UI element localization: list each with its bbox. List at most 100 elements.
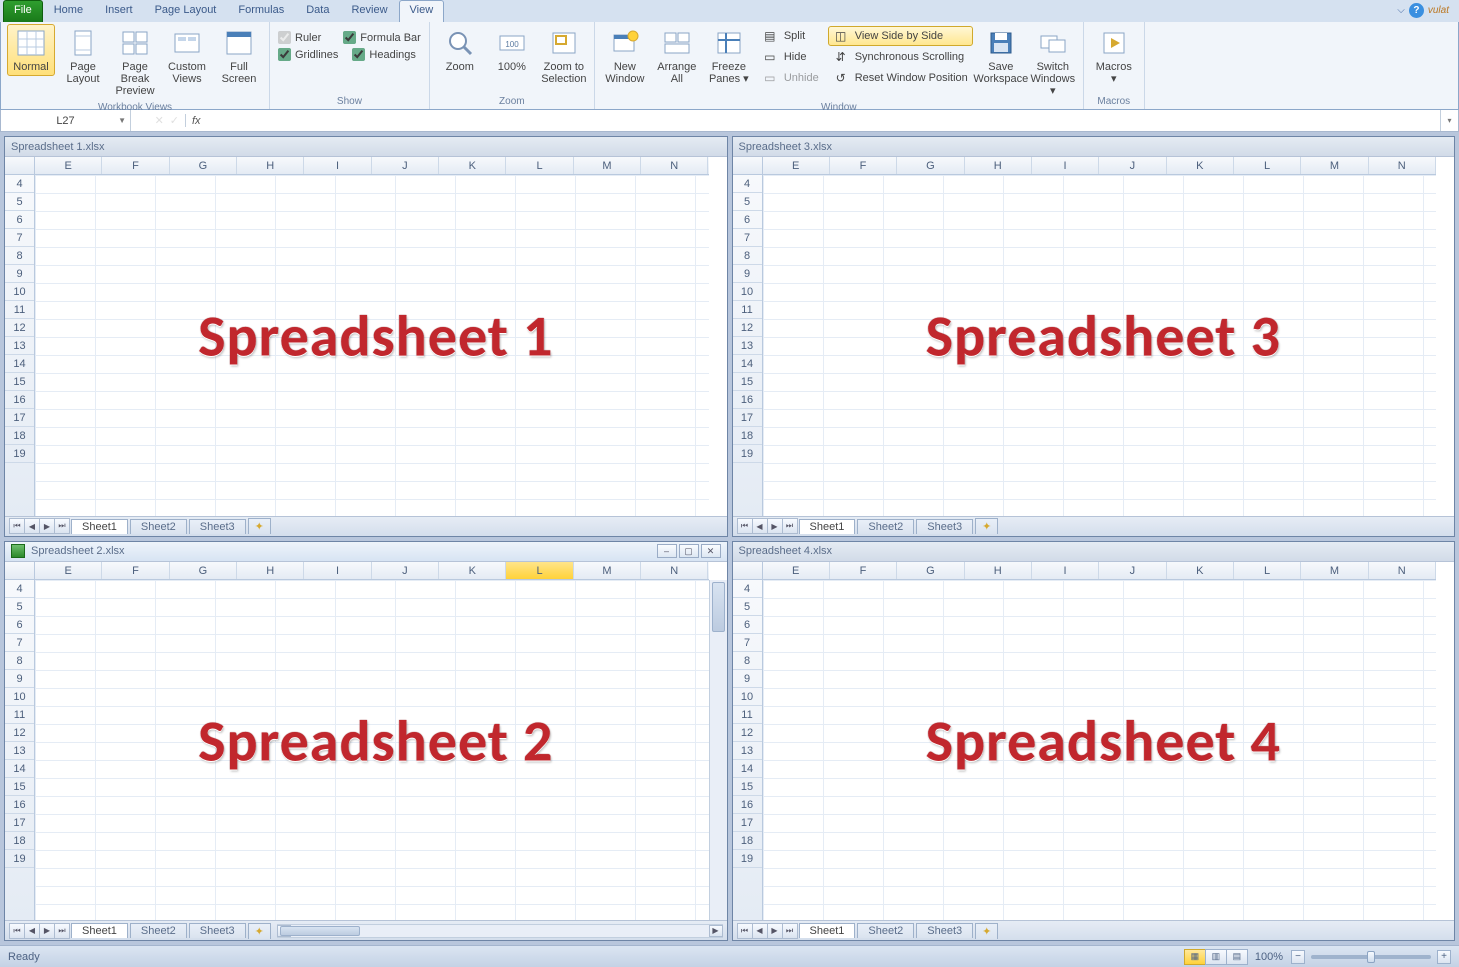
page-layout-button[interactable]: Page Layout (59, 24, 107, 88)
tab-view[interactable]: View (399, 0, 445, 22)
arrange-all-button[interactable]: Arrange All (653, 24, 701, 88)
row-header[interactable]: 5 (5, 598, 34, 616)
row-header[interactable]: 17 (5, 409, 34, 427)
row-header[interactable]: 17 (733, 409, 762, 427)
row-header[interactable]: 9 (5, 670, 34, 688)
column-header[interactable]: L (506, 562, 573, 579)
row-header[interactable]: 9 (733, 670, 762, 688)
last-sheet-button[interactable]: ⏭ (54, 923, 70, 939)
row-header[interactable]: 14 (733, 760, 762, 778)
normal-shortcut-icon[interactable]: ▦ (1184, 949, 1206, 965)
row-header[interactable]: 5 (733, 193, 762, 211)
column-header[interactable]: J (1099, 562, 1166, 579)
row-header[interactable]: 10 (733, 688, 762, 706)
first-sheet-button[interactable]: ⏮ (9, 518, 25, 534)
column-header[interactable]: F (830, 157, 897, 174)
row-header[interactable]: 19 (733, 850, 762, 868)
spreadsheet-grid[interactable]: EFGHIJKLMN45678910111213141516171819Spre… (5, 562, 727, 921)
sheet-tab[interactable]: Sheet3 (916, 519, 973, 534)
spreadsheet-grid[interactable]: EFGHIJKLMN45678910111213141516171819Spre… (5, 157, 727, 516)
select-all-corner[interactable] (5, 562, 35, 580)
reset-position-button[interactable]: ↺Reset Window Position (828, 68, 973, 88)
row-header[interactable]: 18 (5, 427, 34, 445)
zoom-button[interactable]: Zoom (436, 24, 484, 76)
row-header[interactable]: 10 (5, 688, 34, 706)
column-header[interactable]: E (35, 157, 102, 174)
next-sheet-button[interactable]: ▶ (767, 518, 783, 534)
row-header[interactable]: 15 (733, 778, 762, 796)
zoom-out-button[interactable]: − (1291, 950, 1305, 964)
tab-data[interactable]: Data (295, 0, 340, 22)
row-header[interactable]: 11 (5, 706, 34, 724)
column-header[interactable]: H (237, 562, 304, 579)
sheet-tab[interactable]: Sheet2 (130, 923, 187, 938)
column-header[interactable]: E (763, 562, 830, 579)
doc-titlebar[interactable]: Spreadsheet 2.xlsx–▢✕ (5, 542, 727, 562)
sheet-tab[interactable]: Sheet3 (189, 923, 246, 938)
row-header[interactable]: 18 (733, 427, 762, 445)
column-header[interactable]: N (641, 157, 708, 174)
headings-checkbox[interactable]: Headings (350, 47, 417, 62)
row-header[interactable]: 15 (5, 778, 34, 796)
select-all-corner[interactable] (733, 562, 763, 580)
maximize-button[interactable]: ▢ (679, 544, 699, 558)
row-header[interactable]: 14 (5, 760, 34, 778)
row-header[interactable]: 10 (733, 283, 762, 301)
row-header[interactable]: 12 (733, 319, 762, 337)
row-header[interactable]: 6 (5, 211, 34, 229)
column-header[interactable]: J (372, 562, 439, 579)
select-all-corner[interactable] (733, 157, 763, 175)
row-header[interactable]: 14 (733, 355, 762, 373)
horizontal-scrollbar[interactable]: ◀▶ (277, 924, 723, 938)
row-header[interactable]: 7 (733, 229, 762, 247)
switch-windows-button[interactable]: Switch Windows ▾ (1029, 24, 1077, 100)
custom-views-button[interactable]: Custom Views (163, 24, 211, 88)
next-sheet-button[interactable]: ▶ (39, 518, 55, 534)
row-header[interactable]: 15 (733, 373, 762, 391)
row-header[interactable]: 17 (5, 814, 34, 832)
side-by-side-button[interactable]: ◫View Side by Side (828, 26, 973, 46)
doc-titlebar[interactable]: Spreadsheet 3.xlsx (733, 137, 1455, 157)
hide-button[interactable]: ▭Hide (757, 47, 824, 67)
column-header[interactable]: I (1032, 157, 1099, 174)
next-sheet-button[interactable]: ▶ (39, 923, 55, 939)
prev-sheet-button[interactable]: ◀ (752, 518, 768, 534)
prev-sheet-button[interactable]: ◀ (752, 923, 768, 939)
row-header[interactable]: 4 (5, 580, 34, 598)
last-sheet-button[interactable]: ⏭ (782, 518, 798, 534)
row-header[interactable]: 13 (733, 337, 762, 355)
macros-button[interactable]: Macros ▾ (1090, 24, 1138, 88)
scrollbar-thumb[interactable] (712, 582, 725, 632)
row-header[interactable]: 5 (5, 193, 34, 211)
row-header[interactable]: 5 (733, 598, 762, 616)
row-header[interactable]: 7 (5, 634, 34, 652)
row-header[interactable]: 12 (733, 724, 762, 742)
sheet-tab[interactable]: Sheet1 (71, 923, 128, 938)
column-header[interactable]: J (1099, 157, 1166, 174)
help-icon[interactable]: ? (1409, 3, 1424, 18)
new-sheet-button[interactable]: ✦ (975, 923, 998, 939)
close-button[interactable]: ✕ (701, 544, 721, 558)
row-header[interactable]: 17 (733, 814, 762, 832)
column-header[interactable]: F (102, 157, 169, 174)
zoom-slider[interactable] (1311, 955, 1431, 959)
row-header[interactable]: 6 (733, 616, 762, 634)
column-header[interactable]: F (102, 562, 169, 579)
select-all-corner[interactable] (5, 157, 35, 175)
sheet-tab[interactable]: Sheet2 (130, 519, 187, 534)
row-header[interactable]: 16 (5, 796, 34, 814)
page-break-button[interactable]: Page Break Preview (111, 24, 159, 100)
tab-page-layout[interactable]: Page Layout (144, 0, 228, 22)
row-header[interactable]: 19 (5, 850, 34, 868)
column-header[interactable]: J (372, 157, 439, 174)
row-header[interactable]: 13 (5, 337, 34, 355)
scrollbar-thumb[interactable] (280, 926, 360, 936)
scroll-right-button[interactable]: ▶ (709, 925, 723, 937)
column-header[interactable]: I (304, 157, 371, 174)
new-sheet-button[interactable]: ✦ (248, 923, 271, 939)
last-sheet-button[interactable]: ⏭ (782, 923, 798, 939)
row-header[interactable]: 7 (5, 229, 34, 247)
column-header[interactable]: L (1234, 562, 1301, 579)
row-header[interactable]: 8 (733, 247, 762, 265)
row-header[interactable]: 15 (5, 373, 34, 391)
